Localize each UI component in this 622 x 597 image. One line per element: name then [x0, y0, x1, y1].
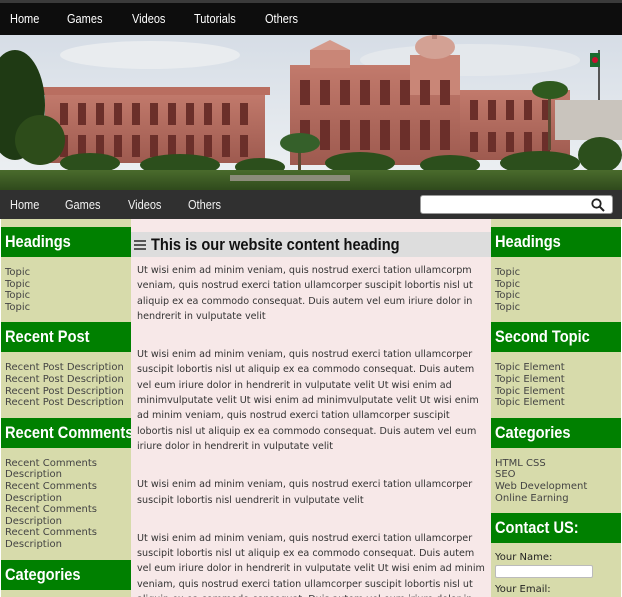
contact-form: Your Name: Your Email:: [491, 543, 621, 597]
building-photo: [0, 35, 622, 190]
list-item[interactable]: SEO: [495, 469, 617, 481]
right-sidebar: Headings Topic Topic Topic Topic Second …: [491, 219, 621, 597]
list-item[interactable]: Topic Element: [495, 386, 617, 398]
list-item[interactable]: Recent Comments Description: [5, 458, 127, 481]
sidebar-heading: Categories: [1, 559, 131, 590]
topic-element-list: Topic Element Topic Element Topic Elemen…: [491, 352, 621, 417]
secondary-navigation: Home Games Videos Others: [0, 190, 622, 219]
sidebar-heading: Second Topic: [491, 322, 621, 353]
sub-nav-home[interactable]: Home: [10, 198, 39, 212]
list-item[interactable]: Topic: [5, 302, 127, 314]
list-item[interactable]: Topic: [495, 302, 617, 314]
top-nav-tutorials[interactable]: Tutorials: [194, 12, 236, 26]
list-item[interactable]: Online Earning: [495, 493, 617, 505]
list-item[interactable]: Recent Comments Description: [5, 527, 127, 550]
email-label: Your Email:: [495, 584, 551, 596]
recent-comments-list: Recent Comments Description Recent Comme…: [1, 448, 131, 560]
recent-post-list: Recent Post Description Recent Post Desc…: [1, 352, 131, 417]
top-nav-games[interactable]: Games: [67, 12, 102, 26]
top-nav-home[interactable]: Home: [10, 12, 39, 26]
sidebar-heading: Headings: [1, 227, 131, 257]
content-paragraph: Ut wisi enim ad minim veniam, quis nostr…: [137, 265, 473, 322]
left-sidebar: Headings Topic Topic Topic Topic Recent …: [1, 219, 131, 597]
name-field[interactable]: [495, 565, 593, 579]
topic-list: Topic Topic Topic Topic: [1, 257, 131, 322]
content-paragraph: Ut wisi enim ad minim veniam, quis nostr…: [137, 349, 479, 452]
list-item[interactable]: HTML CSS: [495, 458, 617, 470]
top-navigation: Home Games Videos Tutorials Others: [0, 0, 622, 35]
list-item[interactable]: Recent Post Description: [5, 374, 127, 386]
content-heading-bar: This is our website content heading: [131, 232, 491, 257]
search-input[interactable]: [425, 197, 585, 212]
topic-list: Topic Topic Topic Topic: [491, 257, 621, 322]
list-item[interactable]: Topic: [5, 279, 127, 291]
list-item[interactable]: Topic: [5, 290, 127, 302]
sidebar-heading: Categories: [491, 417, 621, 448]
search-box: [420, 195, 613, 214]
list-item[interactable]: Topic: [495, 267, 617, 279]
list-item[interactable]: Recent Post Description: [5, 362, 127, 374]
sidebar-heading: Recent Comments: [1, 417, 131, 448]
banner-image: [0, 35, 622, 190]
list-item[interactable]: Topic Element: [495, 397, 617, 409]
list-item[interactable]: Web Development: [495, 481, 617, 493]
main-content: This is our website content heading Ut w…: [131, 219, 491, 597]
list-item[interactable]: Topic Element: [495, 374, 617, 386]
menu-icon: [134, 239, 146, 250]
sidebar-heading: Headings: [491, 227, 621, 257]
sub-nav-videos[interactable]: Videos: [128, 198, 161, 212]
search-icon[interactable]: [591, 198, 605, 212]
sub-nav-games[interactable]: Games: [65, 198, 100, 212]
list-item[interactable]: Topic: [5, 267, 127, 279]
sidebar-heading: Recent Post: [1, 322, 131, 353]
content-paragraph: Ut wisi enim ad minim veniam, quis nostr…: [137, 532, 485, 597]
list-item[interactable]: Topic Element: [495, 362, 617, 374]
list-item[interactable]: Recent Post Description: [5, 397, 127, 409]
top-nav-others[interactable]: Others: [265, 12, 298, 26]
page-title: This is our website content heading: [151, 234, 400, 254]
name-label: Your Name:: [495, 552, 553, 564]
list-item[interactable]: Topic: [495, 279, 617, 291]
list-item[interactable]: Topic: [495, 290, 617, 302]
list-item[interactable]: Recent Comments Description: [5, 481, 127, 504]
content-paragraph: Ut wisi enim ad minim veniam, quis nostr…: [137, 479, 473, 506]
categories-list: HTML CSS SEO Web Development Online Earn…: [491, 448, 621, 513]
sub-nav-others[interactable]: Others: [188, 198, 221, 212]
list-item[interactable]: Recent Comments Description: [5, 504, 127, 527]
sidebar-heading: Contact US:: [491, 513, 621, 544]
top-nav-videos[interactable]: Videos: [132, 12, 165, 26]
list-item[interactable]: Recent Post Description: [5, 386, 127, 398]
